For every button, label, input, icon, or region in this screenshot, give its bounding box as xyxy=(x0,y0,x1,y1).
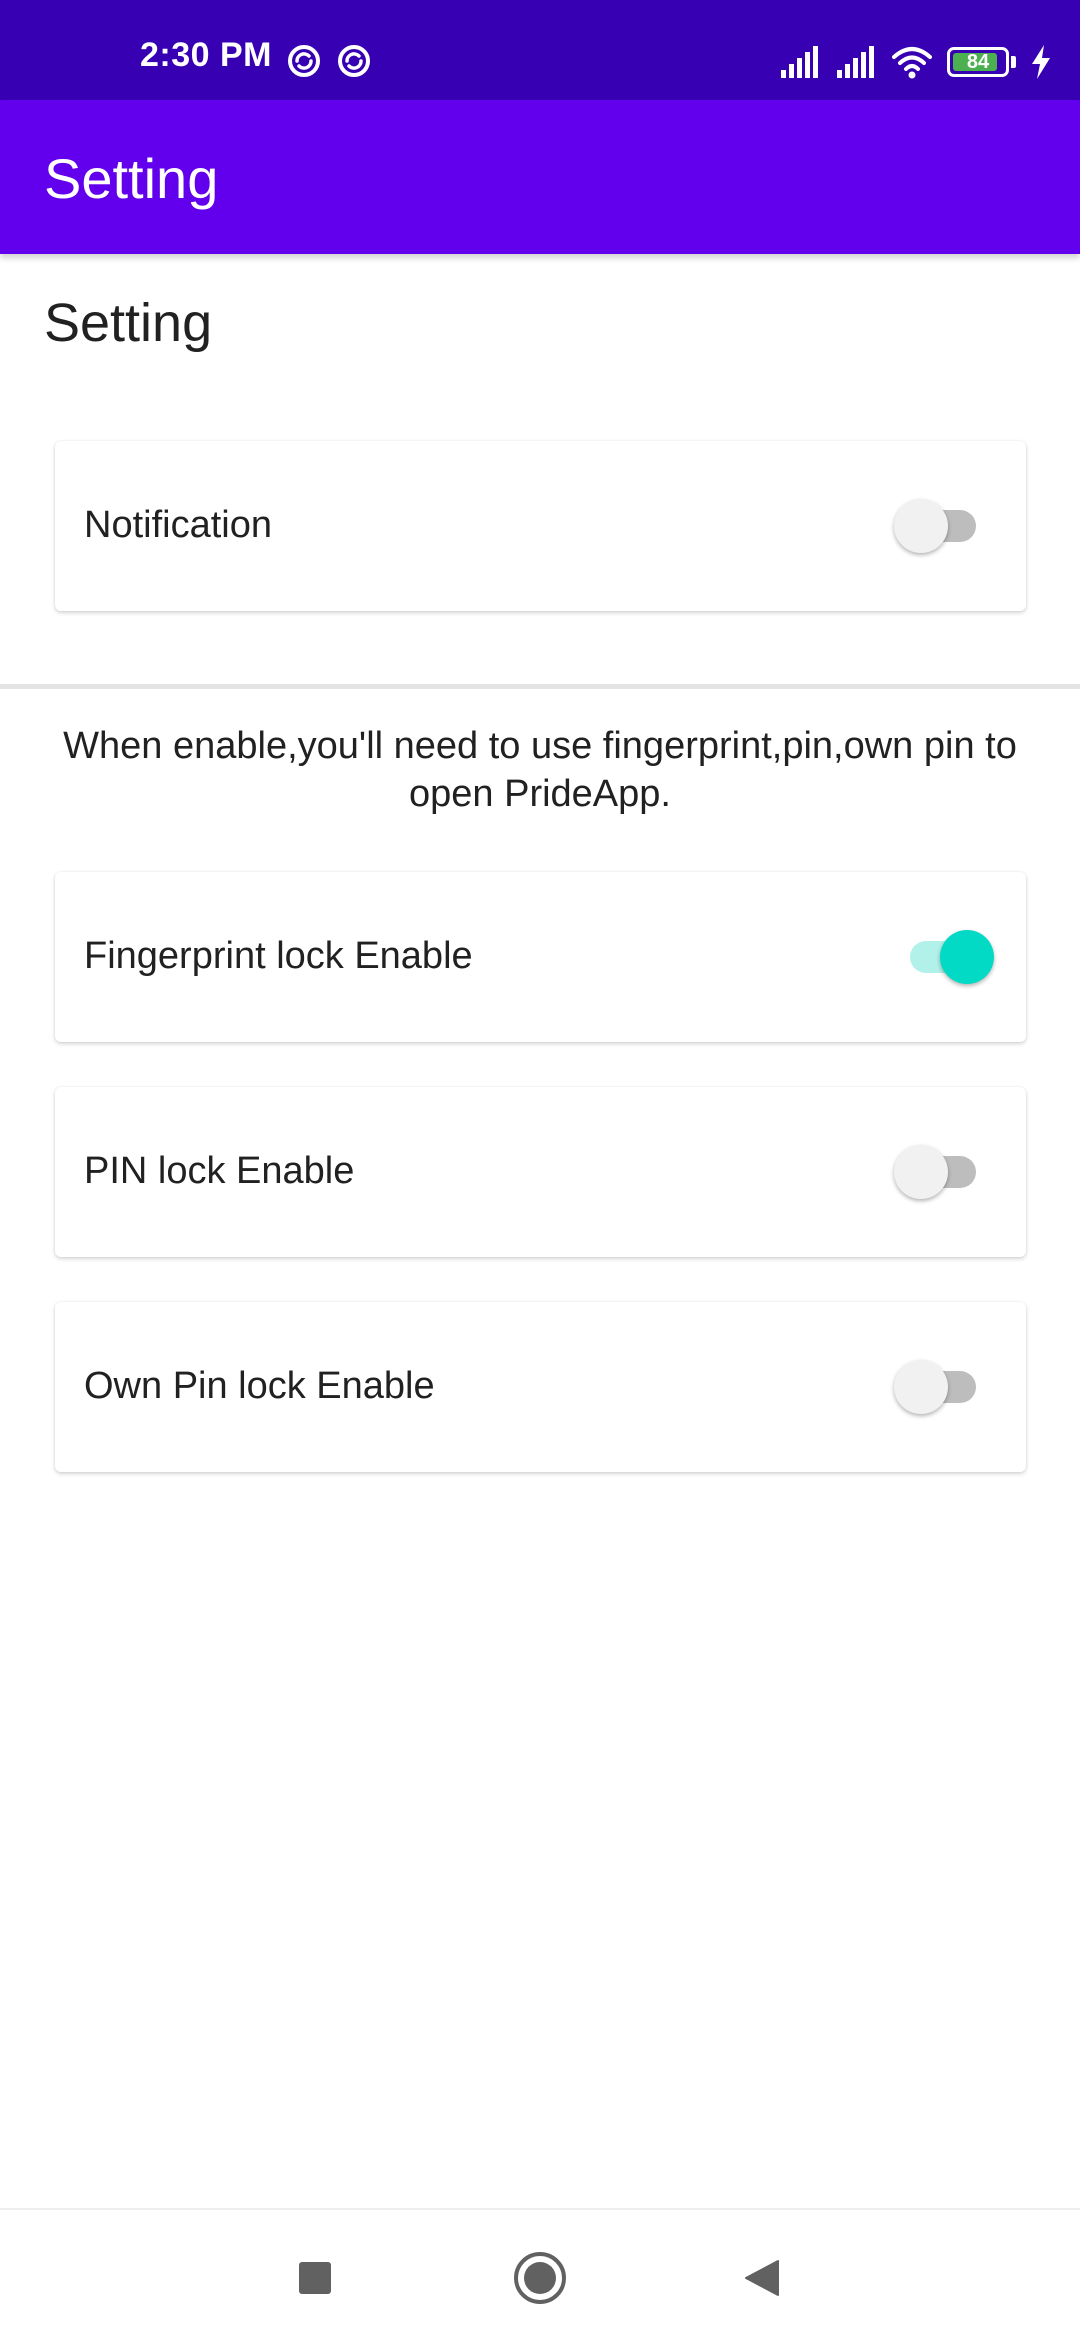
status-bar: 2:30 PM 84 xyxy=(0,0,1080,100)
sync-icon xyxy=(288,45,320,77)
status-time: 2:30 PM xyxy=(140,36,272,74)
navigation-bar xyxy=(0,2208,1080,2340)
back-button[interactable] xyxy=(734,2250,790,2306)
switch-thumb xyxy=(894,1360,948,1414)
wifi-icon xyxy=(892,47,932,79)
page-title: Setting xyxy=(44,293,213,353)
home-button[interactable] xyxy=(512,2250,568,2306)
switch-thumb xyxy=(894,1145,948,1199)
switch-thumb xyxy=(940,930,994,984)
app-bar: Setting xyxy=(0,100,1080,254)
charging-icon xyxy=(1032,45,1050,79)
own-pin-lock-card: Own Pin lock Enable xyxy=(55,1302,1026,1472)
own-pin-lock-label: Own Pin lock Enable xyxy=(84,1365,435,1407)
recents-button[interactable] xyxy=(287,2250,343,2306)
switch-thumb xyxy=(894,499,948,553)
recents-square-icon xyxy=(299,2262,331,2294)
battery-nub xyxy=(1011,56,1016,68)
fingerprint-lock-label: Fingerprint lock Enable xyxy=(84,935,473,977)
section-divider xyxy=(0,684,1080,689)
notification-switch[interactable] xyxy=(894,497,986,553)
pin-lock-card: PIN lock Enable xyxy=(55,1087,1026,1257)
settings-screen: 2:30 PM 84 Setting Setting Notification … xyxy=(0,0,1080,2340)
notification-label: Notification xyxy=(84,504,272,546)
notification-card: Notification xyxy=(55,441,1026,611)
battery-icon: 84 xyxy=(947,47,1009,77)
home-circle-icon xyxy=(514,2252,566,2304)
pin-lock-switch[interactable] xyxy=(894,1143,986,1199)
fingerprint-lock-switch[interactable] xyxy=(900,928,994,984)
lock-description: When enable,you'll need to use fingerpri… xyxy=(63,725,1017,815)
sync-icon xyxy=(338,45,370,77)
app-bar-title: Setting xyxy=(44,147,219,210)
status-icons: 84 xyxy=(779,42,1052,82)
own-pin-lock-switch[interactable] xyxy=(894,1358,986,1414)
fingerprint-lock-card: Fingerprint lock Enable xyxy=(55,872,1026,1042)
signal-icon xyxy=(781,46,818,78)
signal-icon xyxy=(837,46,874,78)
pin-lock-label: PIN lock Enable xyxy=(84,1150,355,1192)
battery-level: 84 xyxy=(966,50,990,73)
back-triangle-icon xyxy=(745,2260,779,2296)
